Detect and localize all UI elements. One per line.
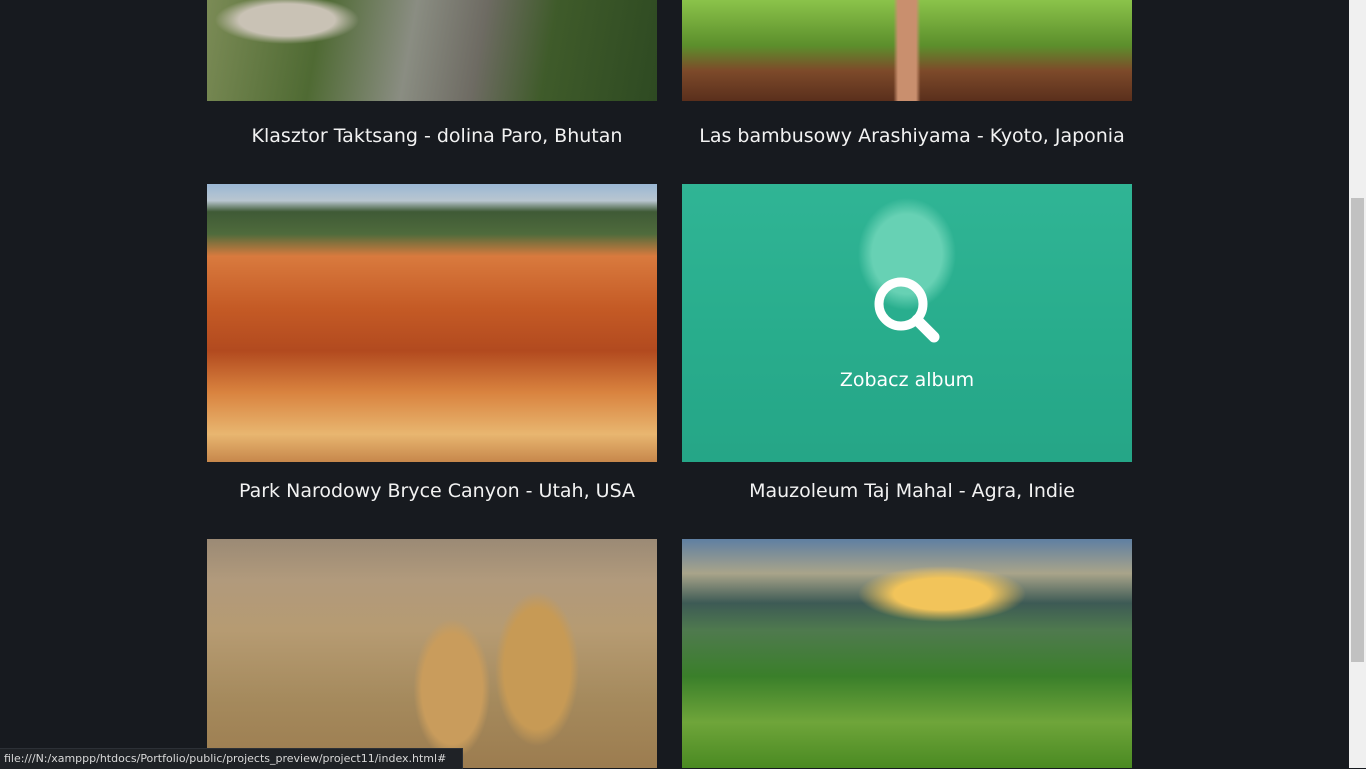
search-icon (874, 277, 940, 343)
status-bar-url: file:///N:/xamppp/htdocs/Portfolio/publi… (0, 748, 464, 769)
scrollbar-thumb[interactable] (1351, 198, 1364, 662)
album-photo-arashiyama[interactable] (682, 0, 1132, 101)
album-photo-taj-mahal[interactable]: Zobacz album (682, 184, 1132, 462)
hover-overlay[interactable]: Zobacz album (682, 184, 1132, 462)
album-photo-rice-terraces[interactable] (682, 539, 1132, 768)
album-caption[interactable]: Las bambusowy Arashiyama - Kyoto, Japoni… (682, 124, 1142, 148)
album-photo-taktsang[interactable] (207, 0, 657, 101)
album-caption[interactable]: Mauzoleum Taj Mahal - Agra, Indie (682, 479, 1142, 503)
album-photo-cheetahs[interactable] (207, 539, 657, 768)
album-gallery: Klasztor Taktsang - dolina Paro, Bhutan … (0, 0, 1349, 768)
view-album-label[interactable]: Zobacz album (682, 369, 1132, 391)
album-caption[interactable]: Park Narodowy Bryce Canyon - Utah, USA (207, 479, 667, 503)
album-caption[interactable]: Klasztor Taktsang - dolina Paro, Bhutan (207, 124, 667, 148)
album-photo-bryce-canyon[interactable] (207, 184, 657, 462)
